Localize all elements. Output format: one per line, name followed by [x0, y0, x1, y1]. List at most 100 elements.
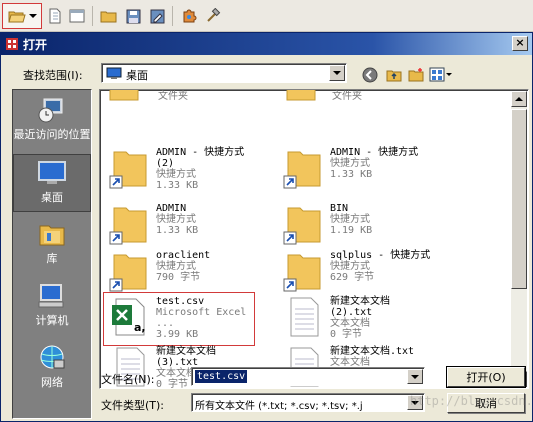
file-name: 新建文本文档.txt: [330, 346, 415, 357]
file-name: ADMIN: [156, 203, 187, 214]
folder-shortcut-icon: [283, 254, 321, 292]
place-library[interactable]: 库: [13, 216, 91, 274]
folder-shortcut-icon: [109, 151, 147, 189]
file-name: 新建文本文档: [156, 346, 216, 357]
toolbar-separator: [92, 6, 93, 26]
chevron-down-icon: [333, 71, 341, 75]
filetype-select[interactable]: 所有文本文件 (*.txt; *.csv; *.tsv; *.j: [191, 393, 425, 412]
open-button[interactable]: 打开(O): [446, 366, 526, 388]
folder-shortcut-icon: [283, 151, 321, 189]
file-size: 3.99 KB: [156, 329, 199, 340]
file-name-line2: (2): [156, 158, 175, 169]
place-label: 最近访问的位置: [13, 128, 91, 141]
save-button[interactable]: [122, 5, 144, 27]
place-network[interactable]: 网络: [13, 340, 91, 398]
excel-file-icon: a,: [112, 298, 146, 336]
place-label: 库: [46, 252, 58, 265]
svg-text:a,: a,: [134, 321, 146, 334]
dialog-title-bar: 打开 ×: [1, 33, 532, 55]
file-name: sqlplus - 快捷方式: [330, 250, 431, 261]
place-desktop[interactable]: 桌面: [13, 154, 91, 212]
tools-button[interactable]: [202, 5, 224, 27]
file-item[interactable]: ADMIN - 快捷方式 快捷方式 1.33 KB: [278, 144, 448, 196]
file-type: 快捷方式: [330, 261, 370, 272]
file-type: Microsoft Excel ...: [156, 307, 247, 329]
open-folder-button[interactable]: [98, 5, 120, 27]
chevron-down-icon: [411, 374, 419, 379]
filename-input[interactable]: test.csv: [191, 367, 425, 386]
lookin-label: 查找范围(I):: [23, 69, 83, 82]
place-label: 网络: [41, 376, 63, 389]
new-folder-icon[interactable]: [407, 66, 425, 84]
computer-icon: [38, 284, 64, 308]
back-icon[interactable]: [361, 66, 379, 84]
recent-places-icon: [38, 98, 63, 123]
file-type: 快捷方式: [330, 214, 370, 225]
app-toolbar: [0, 0, 533, 32]
filetype-value: 所有文本文件 (*.txt; *.csv; *.tsv; *.j: [195, 401, 363, 412]
filename-value: test.csv: [195, 370, 248, 383]
open-folder-icon: [7, 11, 26, 23]
file-type: 快捷方式: [156, 261, 196, 272]
edit-button[interactable]: [146, 5, 168, 27]
folder-shortcut-icon: [109, 254, 147, 292]
filename-label: 文件名(N):: [101, 373, 155, 386]
lookin-dropdown-arrow[interactable]: [329, 65, 345, 81]
file-name: test.csv: [156, 296, 205, 307]
window-icon: [69, 9, 85, 23]
new-document-icon: [49, 8, 61, 24]
file-size: 1.33 KB: [156, 225, 199, 236]
library-icon: [39, 225, 65, 246]
toolbar-separator: [172, 6, 173, 26]
file-name: ADMIN - 快捷方式: [330, 147, 419, 158]
file-size: 1.19 KB: [330, 225, 373, 236]
new-document-button[interactable]: [44, 5, 66, 27]
file-item[interactable]: sqlplus - 快捷方式 快捷方式 629 字节: [278, 247, 448, 299]
lookin-dropdown[interactable]: 桌面: [101, 63, 347, 83]
desktop-icon: [38, 161, 66, 184]
place-label: 桌面: [41, 191, 63, 204]
new-window-button[interactable]: [66, 5, 88, 27]
file-item[interactable]: 新建文本文档 (2).txt 文本文档 0 字节: [278, 293, 448, 345]
folder-shortcut-icon: [283, 207, 321, 245]
filetype-label: 文件类型(T):: [101, 399, 165, 412]
text-file-icon: [290, 297, 319, 337]
vertical-scrollbar[interactable]: [511, 91, 527, 387]
file-item[interactable]: oraclient 快捷方式 790 字节: [104, 247, 274, 299]
watermark: http://blog.csdn.net/u013466...: [410, 394, 533, 408]
file-size: 0 字节: [330, 329, 363, 340]
close-button[interactable]: ×: [512, 36, 528, 51]
file-name: 新建文本文档: [330, 296, 390, 307]
file-size: 629 字节: [330, 272, 375, 283]
file-item-test-csv[interactable]: a, test.csv Microsoft Excel ... 3.99 KB: [103, 292, 255, 346]
up-folder-icon[interactable]: [385, 66, 403, 84]
file-type: 快捷方式: [156, 169, 196, 180]
puzzle-icon: [183, 9, 197, 23]
folder-icon: [100, 11, 117, 23]
save-icon: [126, 9, 140, 23]
scroll-up-button[interactable]: [511, 91, 527, 107]
file-item[interactable]: ADMIN 快捷方式 1.33 KB: [104, 200, 274, 252]
file-type: 快捷方式: [330, 158, 370, 169]
plugin-button[interactable]: [178, 5, 200, 27]
scroll-thumb[interactable]: [511, 109, 527, 289]
file-name-line2: (2).txt: [330, 307, 373, 318]
network-icon: [40, 345, 65, 369]
file-item[interactable]: ADMIN - 快捷方式 (2) 快捷方式 1.33 KB: [104, 144, 274, 196]
file-type-label: 文件夹: [332, 91, 362, 102]
file-list[interactable]: 文件夹 文件夹 ADMIN - 快捷方式 (2) 快捷方式 1.33 KB ADMIN…: [99, 89, 529, 389]
open-dropdown-button[interactable]: [2, 3, 42, 29]
nav-toolbar: [361, 65, 453, 85]
view-menu-icon[interactable]: [429, 67, 453, 83]
place-computer[interactable]: 计算机: [13, 278, 91, 336]
place-recent[interactable]: 最近访问的位置: [13, 92, 91, 150]
filename-dropdown-arrow[interactable]: [407, 369, 423, 384]
desktop-icon: [106, 67, 122, 79]
places-bar: 最近访问的位置 桌面 库 计算机 网络: [12, 89, 92, 419]
file-size: 1.33 KB: [330, 169, 373, 180]
folder-icon: [109, 90, 139, 101]
file-item[interactable]: BIN 快捷方式 1.19 KB: [278, 200, 448, 252]
file-name: BIN: [330, 203, 349, 214]
open-file-dialog: 打开 × 查找范围(I): 桌面 最近访问的位置 桌面 库 计算机 网络 文件夹…: [0, 32, 533, 422]
folder-icon: [286, 90, 316, 101]
